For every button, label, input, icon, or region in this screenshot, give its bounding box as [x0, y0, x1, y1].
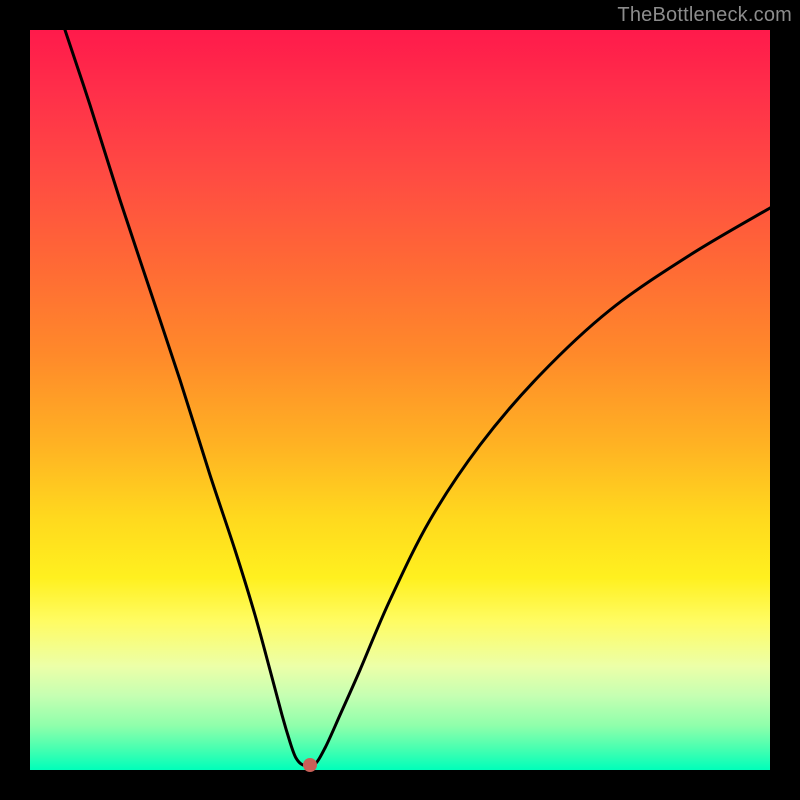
chart-frame: TheBottleneck.com	[0, 0, 800, 800]
watermark-text: TheBottleneck.com	[617, 4, 792, 27]
plot-area	[30, 30, 770, 770]
bottleneck-curve	[65, 30, 770, 767]
optimal-marker	[303, 758, 317, 772]
curve-svg	[30, 30, 770, 770]
